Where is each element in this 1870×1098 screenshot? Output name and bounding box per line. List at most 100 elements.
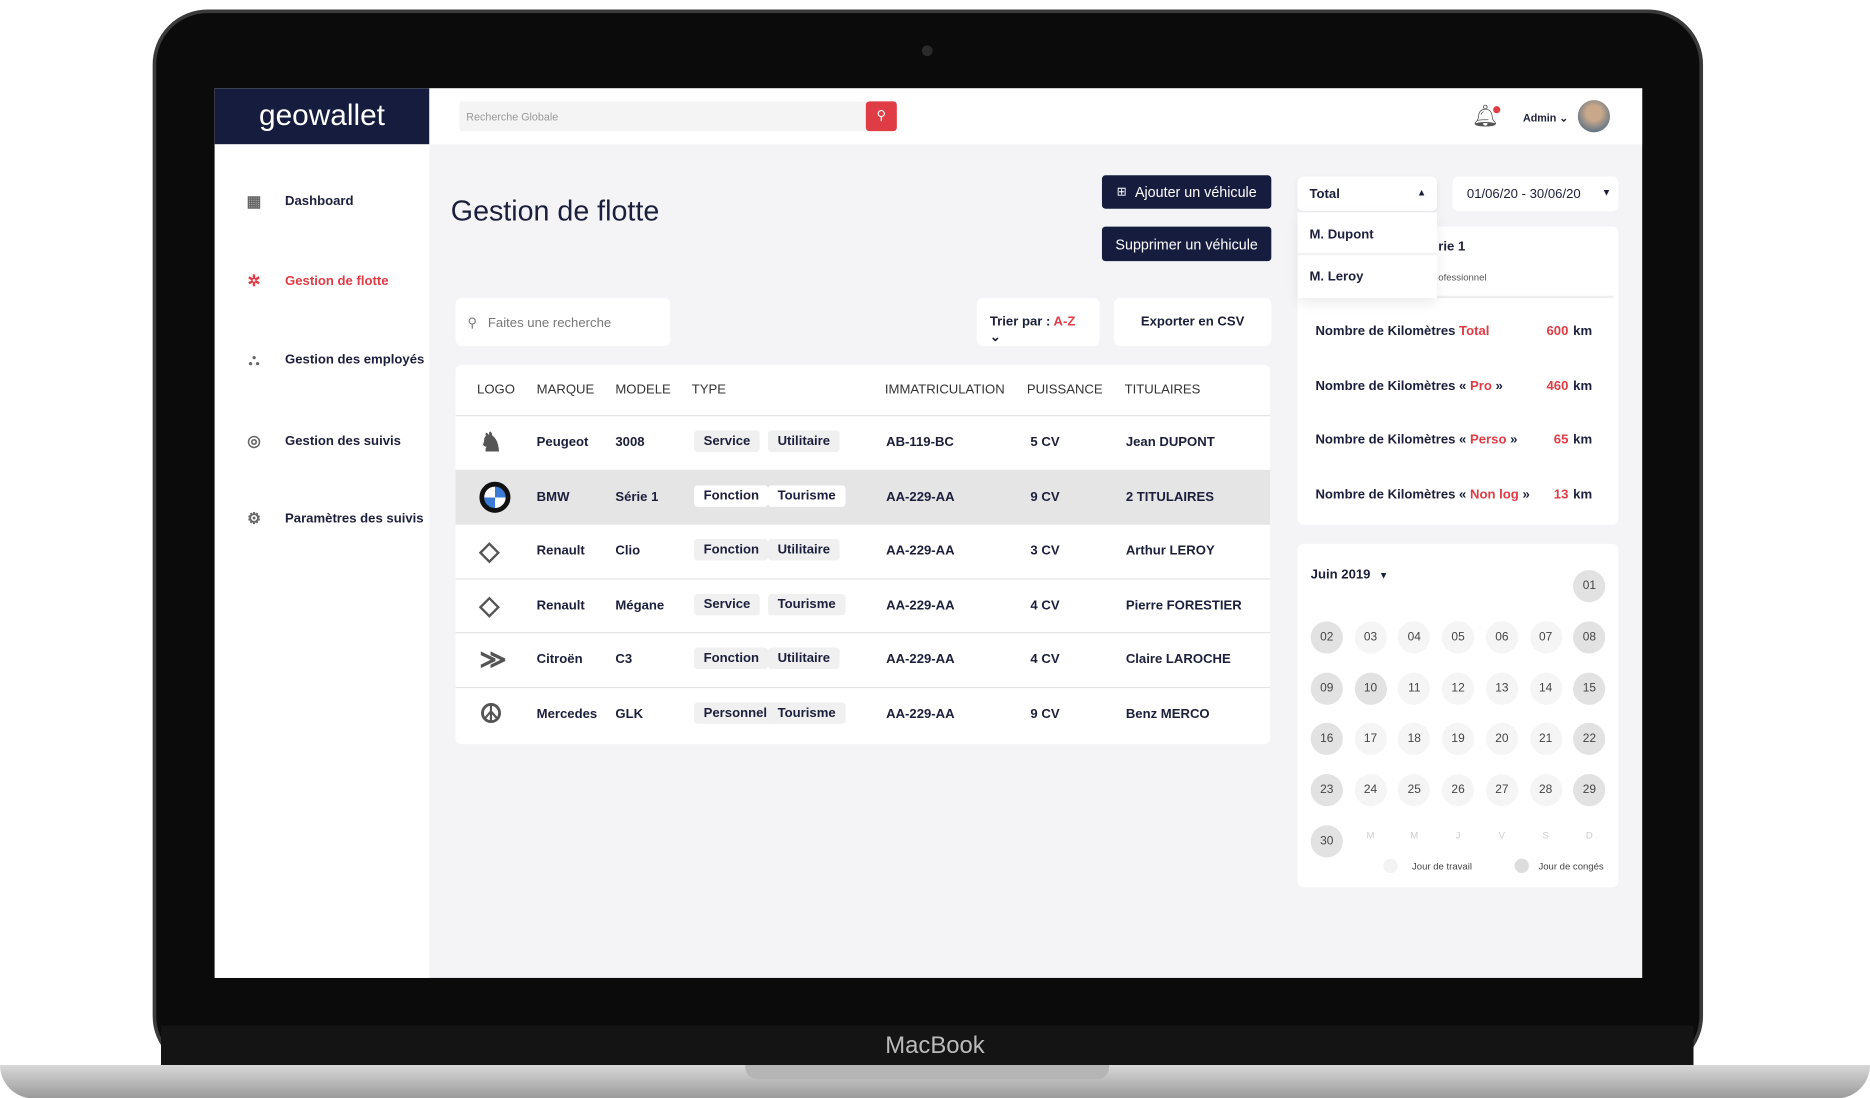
column-header[interactable]: MODELE: [615, 383, 670, 397]
calendar-day[interactable]: 13: [1485, 672, 1518, 705]
filter-option[interactable]: M. Dupont: [1297, 212, 1438, 256]
plate-cell: AA-229-AA: [886, 489, 955, 504]
app-screen: geowallet ▦ Dashboard ✲ Gestion de flotte …: [214, 88, 1643, 978]
table-row[interactable]: ◐ BMW Série 1 FonctionTourisme AA-229-AA 9 CV…: [455, 469, 1271, 523]
calendar-day[interactable]: 05: [1441, 621, 1475, 654]
holder-cell: Claire LAROCHE: [1125, 652, 1231, 667]
sidebar-item-tracking-settings[interactable]: ⚙ Paramètres des suivis: [244, 509, 424, 528]
sidebar-item-dashboard[interactable]: ▦ Dashboard: [244, 192, 354, 211]
holder-cell: Arthur LEROY: [1125, 543, 1215, 559]
table-row[interactable]: ♞ Peugeot 3008 Service Utilitaire AB-119-BC 5 …: [455, 415, 1271, 469]
plate-cell: AA-229-AA: [886, 598, 955, 613]
km-number: 13: [1553, 487, 1569, 502]
calendar-day[interactable]: 20: [1485, 723, 1518, 756]
calendar-day[interactable]: 26: [1441, 774, 1475, 807]
sort-dropdown[interactable]: Trier par : A-Z ⌄: [976, 298, 1100, 346]
bell-icon[interactable]: 🔔︎: [1472, 104, 1501, 129]
peugeot-logo-icon: ♞: [479, 426, 503, 457]
model-cell: Clio: [615, 543, 641, 559]
table-row[interactable]: ☮ Mercedes GLK Personnel Tourisme AA-229-AA 9 …: [455, 686, 1271, 740]
brand-cell: BMW: [536, 489, 570, 504]
calendar-day[interactable]: 19: [1441, 723, 1475, 756]
mercedes-logo-icon: ☮: [479, 698, 503, 729]
sidebar-item-employees[interactable]: ⛬ Gestion des employés: [244, 351, 425, 370]
calendar-day[interactable]: 21: [1529, 723, 1562, 756]
sidebar-item-tracking[interactable]: ◎ Gestion des suivis: [244, 431, 401, 451]
calendar-day[interactable]: 06: [1485, 621, 1518, 654]
table-search-input[interactable]: ⚲ Faites une recherche: [455, 298, 671, 346]
avatar[interactable]: [1577, 100, 1611, 133]
column-header[interactable]: IMMATRICULATION: [885, 383, 1005, 397]
calendar-day[interactable]: 22: [1573, 723, 1606, 756]
calendar-day[interactable]: 02: [1310, 621, 1343, 654]
column-header[interactable]: MARQUE: [537, 383, 595, 397]
calendar-day[interactable]: 08: [1573, 621, 1606, 654]
global-search-input[interactable]: Recherche Globale: [459, 101, 868, 132]
export-csv-button[interactable]: Exporter en CSV: [1113, 298, 1272, 346]
brand-cell: Renault: [536, 598, 585, 613]
delete-vehicle-button[interactable]: Supprimer un véhicule: [1101, 226, 1272, 262]
sidebar-item-fleet[interactable]: ✲ Gestion de flotte: [244, 272, 389, 291]
power-cell: 5 CV: [1030, 435, 1060, 450]
sidebar-item-label: Dashboard: [285, 194, 354, 209]
calendar-day[interactable]: 24: [1354, 774, 1387, 807]
km-unit: km: [1573, 378, 1593, 393]
calendar-day[interactable]: 18: [1398, 723, 1431, 756]
calendar-day[interactable]: 09: [1310, 672, 1343, 705]
grid-icon: ▦: [246, 192, 262, 210]
calendar-day[interactable]: 28: [1529, 774, 1562, 807]
model-cell: Mégane: [615, 598, 665, 613]
add-vehicle-button[interactable]: ⊞ Ajouter un véhicule: [1101, 175, 1272, 209]
column-header[interactable]: PUISSANCE: [1027, 383, 1103, 397]
month-selector[interactable]: Juin 2019 ▼: [1311, 568, 1389, 582]
plate-cell: AB-119-BC: [886, 435, 954, 450]
month-label: Juin 2019: [1310, 567, 1371, 582]
caret-down-icon: ▼: [1378, 570, 1389, 581]
calendar-day[interactable]: 12: [1441, 672, 1475, 705]
weekday-label: S: [1542, 830, 1549, 841]
calendar-day[interactable]: 23: [1310, 774, 1343, 807]
calendar-day[interactable]: 10: [1354, 672, 1387, 705]
calendar-day[interactable]: 29: [1573, 774, 1606, 807]
calendar-day[interactable]: 14: [1529, 672, 1562, 705]
calendar-day[interactable]: 04: [1398, 621, 1431, 654]
column-header[interactable]: LOGO: [477, 383, 515, 397]
holder-filter-dropdown[interactable]: Total ▲: [1297, 176, 1438, 212]
search-button[interactable]: ⚲: [865, 101, 897, 132]
legend-work: Jour de travail: [1412, 861, 1472, 872]
type-tag: Fonction: [694, 647, 769, 670]
type-tag: Utilitaire: [768, 647, 840, 670]
table-row[interactable]: ◇ Renault Mégane Service Tourisme AA-229-AA 4 …: [455, 577, 1271, 632]
date-range-dropdown[interactable]: 01/06/20 - 30/06/20 ▼: [1452, 176, 1619, 212]
km-value: 600 km: [1546, 324, 1592, 338]
calendar-day[interactable]: 07: [1529, 621, 1562, 654]
logo[interactable]: geowallet: [214, 88, 430, 145]
type-tag: Service: [694, 430, 760, 452]
renault-logo-icon: ◇: [479, 535, 500, 566]
calendar-day[interactable]: 11: [1398, 672, 1431, 705]
column-header[interactable]: TYPE: [692, 383, 726, 397]
calendar-day[interactable]: 15: [1573, 672, 1606, 705]
calendar-day[interactable]: 03: [1354, 621, 1387, 654]
device-label: MacBook: [885, 1032, 985, 1060]
table-row[interactable]: ◇ Renault Clio Fonction Utilitaire AA-229-AA 3…: [455, 523, 1271, 578]
calendar-day[interactable]: 16: [1310, 723, 1343, 756]
top-header: Recherche Globale ⚲ 🔔︎ Admin ⌄: [429, 88, 1643, 145]
filter-option[interactable]: M. Leroy: [1298, 255, 1438, 298]
weekday-label: M: [1410, 830, 1419, 841]
calendar-day[interactable]: 27: [1485, 774, 1518, 807]
calendar-card: Juin 2019 ▼ LMMJVSD010203040506070809101…: [1297, 543, 1619, 888]
km-label-prefix: Nombre de Kilomètres: [1315, 324, 1460, 339]
user-menu[interactable]: Admin ⌄: [1523, 112, 1568, 125]
table-row[interactable]: ≫ Citroën C3 Fonction Utilitaire AA-229-AA 4 C…: [455, 632, 1271, 686]
calendar-day[interactable]: 17: [1354, 723, 1387, 756]
calendar-day[interactable]: 01: [1573, 570, 1606, 603]
calendar-day[interactable]: 30: [1310, 825, 1343, 858]
tracking-icon: ◎: [247, 431, 261, 450]
km-unit: km: [1573, 324, 1593, 339]
holder-cell: Jean DUPONT: [1125, 435, 1215, 450]
column-header[interactable]: TITULAIRES: [1125, 383, 1201, 397]
calendar-day[interactable]: 25: [1398, 774, 1431, 807]
search-placeholder: Faites une recherche: [487, 316, 612, 331]
km-stat: Nombre de Kilomètres « Pro » 460 km: [1315, 379, 1592, 393]
